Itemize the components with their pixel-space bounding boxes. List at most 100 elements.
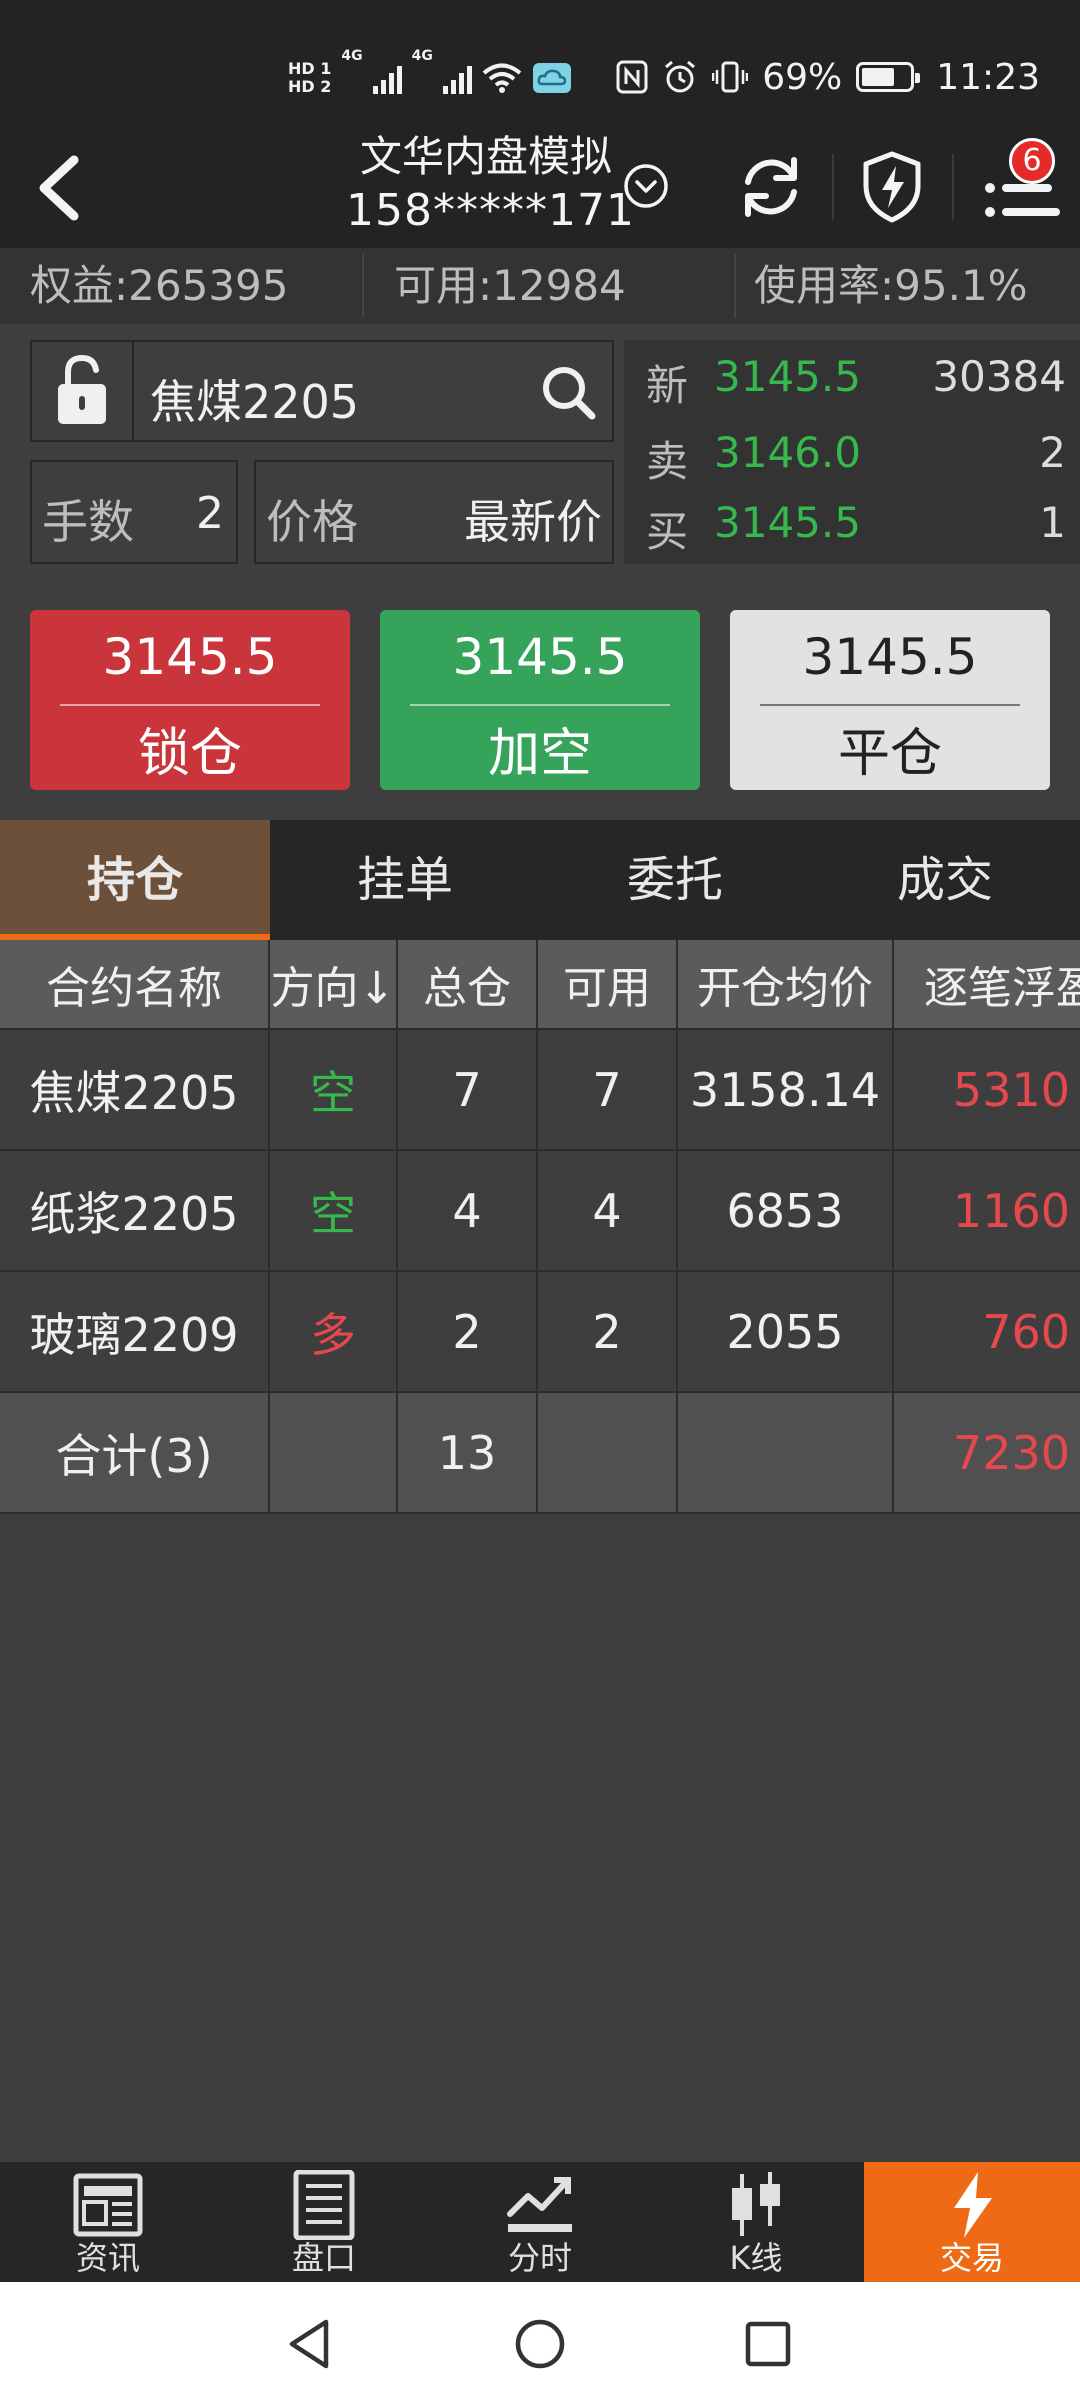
title-divider	[832, 154, 834, 220]
table-total-row: 合计(3) 13 7230	[0, 1393, 1080, 1514]
last-price: 3145.5	[714, 352, 861, 401]
bid-volume: 1	[1039, 498, 1066, 547]
close-label: 平仓	[837, 724, 942, 784]
contract-name: 焦煤2205	[0, 1030, 270, 1149]
network-type-1: 4G	[341, 48, 363, 64]
lots-input[interactable]: 手数 2	[30, 460, 238, 564]
chevron-down-icon[interactable]	[622, 162, 670, 210]
title-divider	[952, 154, 954, 220]
trade-tabs: 持仓 挂单 委托 成交	[0, 820, 1080, 940]
tab-positions[interactable]: 持仓	[0, 820, 270, 940]
table-row[interactable]: 纸浆2205 空 4 4 6853 1160	[0, 1151, 1080, 1272]
table-row[interactable]: 玻璃2209 多 2 2 2055 760	[0, 1272, 1080, 1393]
system-recents-icon[interactable]	[738, 2314, 798, 2374]
column-header-float-pnl[interactable]: 逐笔浮盈	[894, 940, 1080, 1028]
quote-row-ask: 卖 3146.0 2	[624, 420, 1080, 490]
signal-2-icon	[442, 62, 472, 94]
add-short-price: 3145.5	[452, 628, 628, 686]
column-header-total[interactable]: 总仓	[398, 940, 538, 1028]
avg-open-price: 2055	[678, 1272, 894, 1391]
nav-intraday[interactable]: 分时	[432, 2162, 648, 2282]
button-divider	[760, 704, 1020, 706]
close-position-button[interactable]: 3145.5 平仓	[730, 610, 1050, 790]
available-position: 4	[538, 1151, 678, 1270]
close-price: 3145.5	[802, 628, 978, 686]
hd2-badge: HD 2	[288, 77, 332, 96]
avg-open-price: 6853	[678, 1151, 894, 1270]
tab-pending[interactable]: 挂单	[270, 820, 540, 940]
last-label: 新	[646, 361, 689, 410]
price-type-value: 最新价	[464, 495, 602, 549]
button-divider	[60, 704, 320, 706]
search-icon[interactable]	[538, 362, 598, 422]
price-input[interactable]: 价格 最新价	[254, 460, 614, 564]
board-list-icon	[293, 2170, 355, 2240]
system-home-icon[interactable]	[510, 2314, 570, 2374]
shield-lightning-icon[interactable]	[860, 150, 924, 224]
add-short-button[interactable]: 3145.5 加空	[380, 610, 700, 790]
hd1-badge: HD 1	[288, 59, 332, 78]
tab-trades[interactable]: 成交	[810, 820, 1080, 940]
account-title[interactable]: 文华内盘模拟 158*****171	[346, 130, 634, 238]
ask-label: 卖	[646, 437, 689, 486]
lots-value: 2	[196, 488, 224, 539]
float-pnl: 760	[982, 1304, 1070, 1359]
status-right-icons: 69% 11:23	[616, 52, 1040, 102]
cloud-sync-icon	[532, 63, 571, 93]
float-pnl: 5310	[952, 1062, 1070, 1117]
lock-position-button[interactable]: 3145.5 锁仓	[30, 610, 350, 790]
lock-label: 锁仓	[137, 724, 242, 784]
alarm-icon	[665, 60, 696, 93]
nav-news-label: 资讯	[75, 2239, 140, 2277]
contract-name: 玻璃2209	[0, 1272, 270, 1391]
unlock-icon	[58, 354, 106, 424]
column-header-available[interactable]: 可用	[538, 940, 678, 1028]
last-volume: 30384	[932, 352, 1066, 401]
notification-badge[interactable]: 6	[1009, 138, 1055, 184]
direction: 多	[270, 1272, 398, 1391]
empty-cell	[270, 1393, 398, 1512]
total-position: 4	[398, 1151, 538, 1270]
nav-kline-label: K线	[729, 2239, 783, 2277]
button-divider	[410, 704, 670, 706]
system-nav-bar	[0, 2282, 1080, 2400]
table-header: 合约名称 方向↓ 总仓 可用 开仓均价 逐笔浮盈	[0, 940, 1080, 1030]
positions-table: 合约名称 方向↓ 总仓 可用 开仓均价 逐笔浮盈 焦煤2205 空 7 7 31…	[0, 940, 1080, 1514]
available-position: 2	[538, 1272, 678, 1391]
table-row[interactable]: 焦煤2205 空 7 7 3158.14 5310	[0, 1030, 1080, 1151]
nav-quote-board[interactable]: 盘口	[216, 2162, 432, 2282]
float-pnl-sum: 7230	[952, 1425, 1070, 1480]
ask-price: 3146.0	[714, 428, 861, 477]
column-header-avg-price[interactable]: 开仓均价	[678, 940, 894, 1028]
hd-badges: HD 1 HD 2	[288, 60, 331, 96]
lock-toggle[interactable]	[30, 340, 134, 442]
nav-kline[interactable]: K线	[648, 2162, 864, 2282]
direction: 空	[270, 1030, 398, 1149]
lightning-icon	[954, 2172, 992, 2238]
margin-usage: 使用率:95.1%	[754, 261, 1028, 310]
network-type-2: 4G	[411, 48, 433, 64]
tab-orders[interactable]: 委托	[540, 820, 810, 940]
empty-cell	[538, 1393, 678, 1512]
newspaper-icon	[73, 2173, 143, 2237]
available-position: 7	[538, 1030, 678, 1149]
nav-trade[interactable]: 交易	[864, 2162, 1080, 2282]
account-summary: 权益:265395 可用:12984 使用率:95.1%	[0, 248, 1080, 324]
total-position: 7	[398, 1030, 538, 1149]
total-position: 2	[398, 1272, 538, 1391]
total-label: 合计(3)	[0, 1393, 270, 1512]
back-arrow-icon[interactable]	[26, 150, 96, 226]
quote-panel: 新 3145.5 30384 卖 3146.0 2 买 3145.5 1	[624, 340, 1080, 564]
status-bar: HD 1 HD 2 4G 4G 69% 11:23	[0, 0, 1080, 128]
column-header-name[interactable]: 合约名称	[0, 940, 270, 1028]
column-header-direction[interactable]: 方向↓	[270, 940, 398, 1028]
symbol-input[interactable]: 焦煤2205	[132, 340, 614, 442]
signal-1-icon	[372, 62, 402, 94]
refresh-icon[interactable]	[736, 152, 806, 222]
nav-quote-board-label: 盘口	[291, 2239, 356, 2277]
nav-trade-label: 交易	[939, 2239, 1004, 2277]
system-back-icon[interactable]	[280, 2314, 340, 2374]
nav-news[interactable]: 资讯	[0, 2162, 216, 2282]
empty-cell	[678, 1393, 894, 1512]
equity-value: 权益:265395	[30, 261, 289, 310]
